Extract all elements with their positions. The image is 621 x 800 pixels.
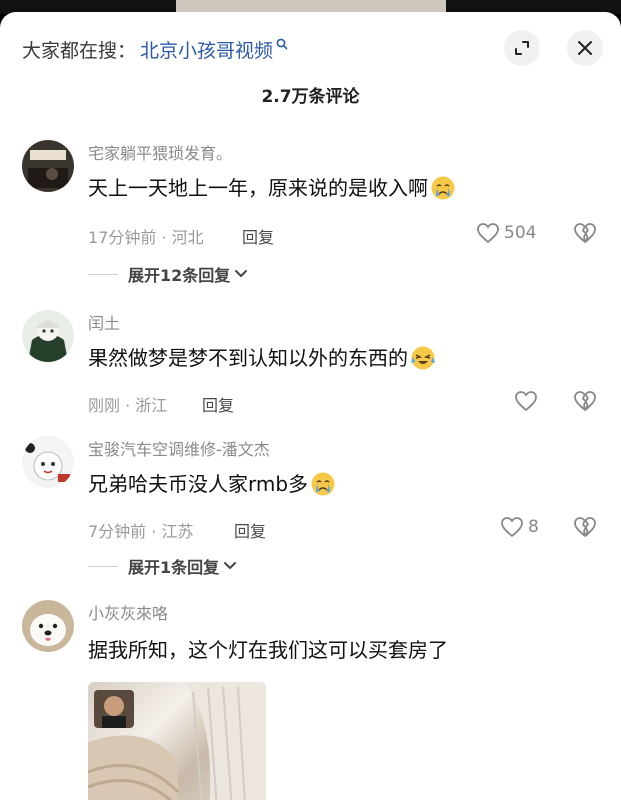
search-suggestion[interactable]: 大家都在搜： 北京小孩哥视频: [22, 34, 288, 64]
broken-heart-icon: [574, 223, 596, 243]
comment-username[interactable]: 宅家躺平猥琐发育。: [88, 140, 232, 164]
expand-icon: [515, 41, 529, 55]
chevron-down-icon: [224, 562, 237, 569]
heart-icon: [515, 391, 537, 412]
crying-laughing-emoji-icon: [411, 346, 435, 370]
search-prefix: 大家都在搜：: [22, 39, 137, 62]
crying-emoji-icon: [431, 176, 455, 200]
like-count: 504: [504, 223, 537, 243]
expand-replies-label: 展开12条回复: [128, 266, 231, 285]
expand-replies-label: 展开1条回复: [128, 558, 220, 577]
like-button[interactable]: 8: [500, 516, 539, 538]
divider-line: [88, 565, 118, 567]
like-button[interactable]: 504: [476, 222, 536, 244]
comment-text-body: 果然做梦是梦不到认知以外的东西的: [88, 346, 408, 370]
avatar[interactable]: [22, 140, 74, 192]
avatar[interactable]: [22, 600, 74, 652]
expand-replies[interactable]: 展开1条回复: [88, 554, 237, 578]
like-button[interactable]: [514, 390, 538, 412]
comment-meta: 17分钟前 · 河北: [88, 228, 204, 247]
comment-text-body: 天上一天地上一年，原来说的是收入啊: [88, 176, 428, 200]
like-count: 8: [528, 517, 539, 537]
broken-heart-icon: [574, 391, 596, 411]
dislike-button[interactable]: [573, 390, 597, 416]
close-button[interactable]: [567, 30, 603, 66]
avatar[interactable]: [22, 310, 74, 362]
comment-username[interactable]: 宝骏汽车空调维修-潘文杰: [88, 436, 270, 460]
comment-username[interactable]: 闰土: [88, 310, 120, 334]
reply-button[interactable]: 回复: [202, 392, 234, 416]
close-icon: [578, 41, 592, 55]
comment-sheet: 大家都在搜： 北京小孩哥视频 2.7万条评论 宅家躺平猥琐发育。 天上一天地上一…: [0, 12, 621, 800]
chevron-down-icon: [235, 270, 248, 277]
comment-text: 兄弟哈夫币没人家rmb多: [88, 468, 336, 497]
comment-text: 果然做梦是梦不到认知以外的东西的: [88, 342, 436, 371]
dislike-button[interactable]: [573, 222, 597, 248]
divider-line: [88, 273, 118, 275]
crying-emoji-icon: [311, 472, 335, 496]
expand-button[interactable]: [504, 30, 540, 66]
heart-icon: [501, 517, 523, 538]
comment-text: 天上一天地上一年，原来说的是收入啊: [88, 172, 456, 201]
comment-count-title: 2.7万条评论: [261, 87, 360, 107]
search-icon: [276, 38, 288, 60]
comment-meta: 7分钟前 · 江苏: [88, 522, 194, 541]
broken-heart-icon: [574, 517, 596, 537]
comment-text: 据我所知，这个灯在我们这可以买套房了: [88, 638, 448, 662]
comment-meta: 刚刚 · 浙江: [88, 396, 168, 415]
comment-image[interactable]: [88, 682, 266, 800]
comment-username[interactable]: 小灰灰來咯: [88, 600, 168, 624]
reply-button[interactable]: 回复: [242, 224, 274, 248]
comment-text-body: 兄弟哈夫币没人家rmb多: [88, 472, 309, 496]
expand-replies[interactable]: 展开12条回复: [88, 262, 248, 286]
heart-icon: [477, 223, 499, 244]
dislike-button[interactable]: [573, 516, 597, 542]
search-query-link[interactable]: 北京小孩哥视频: [140, 36, 273, 63]
avatar[interactable]: [22, 436, 74, 488]
reply-button[interactable]: 回复: [234, 518, 266, 542]
